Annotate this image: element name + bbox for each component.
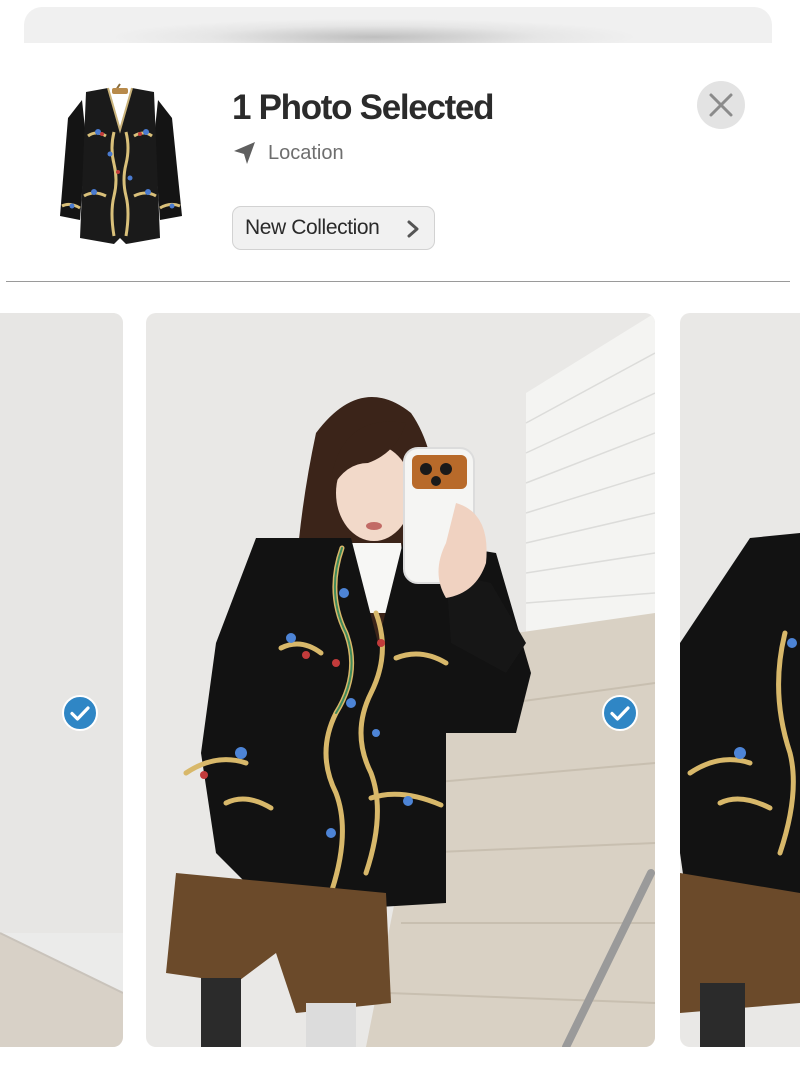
photo-card-current[interactable] xyxy=(146,313,655,1047)
location-label: Location xyxy=(268,141,344,164)
sheet-handle-area xyxy=(24,7,772,43)
photo-next-image xyxy=(680,313,800,1047)
chevron-right-icon xyxy=(407,220,419,238)
close-button[interactable] xyxy=(697,81,745,129)
photo-card-next[interactable] xyxy=(680,313,800,1047)
photo-card-previous[interactable] xyxy=(0,313,123,1047)
photo-previous-image xyxy=(0,313,123,1047)
checkmark-circle-icon[interactable] xyxy=(602,695,638,731)
page-title: 1 Photo Selected xyxy=(232,88,495,127)
location-row[interactable]: Location xyxy=(232,140,344,166)
photo-current-image xyxy=(146,313,655,1047)
checkmark-circle-icon[interactable] xyxy=(62,695,98,731)
selected-photo-thumbnail xyxy=(60,83,182,244)
header-divider xyxy=(6,281,790,282)
new-collection-button[interactable]: New Collection xyxy=(232,206,435,250)
new-collection-label: New Collection xyxy=(245,216,380,239)
navigation-arrow-icon xyxy=(234,142,255,164)
close-icon xyxy=(709,93,733,117)
